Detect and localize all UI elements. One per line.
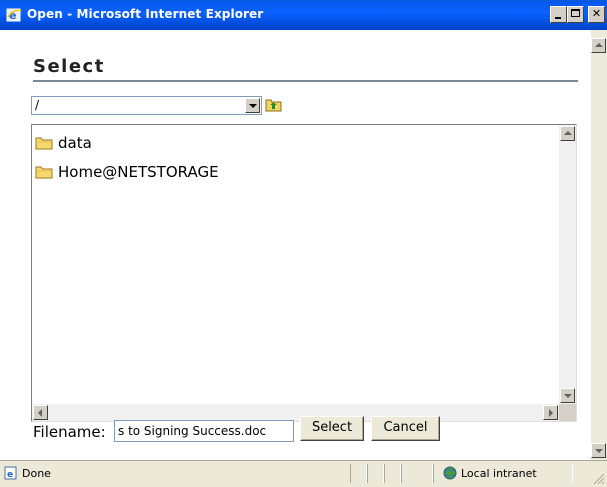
window-title: Open - Microsoft Internet Explorer (27, 7, 264, 21)
chevron-down-icon (249, 104, 257, 108)
status-bar: e Done Local intranet (0, 460, 607, 487)
status-pane (350, 464, 367, 483)
list-item[interactable]: data (35, 133, 92, 153)
select-button[interactable]: Select (300, 416, 364, 441)
arrow-down-icon (595, 449, 603, 453)
file-list: data Home@NETSTORAGE (31, 124, 577, 422)
filename-input[interactable]: s to Signing Success.doc (114, 420, 294, 442)
title-bar: e Open - Microsoft Internet Explorer ✕ (0, 0, 607, 30)
window-vertical-scrollbar[interactable] (591, 30, 607, 460)
list-horizontal-scrollbar[interactable] (32, 404, 559, 421)
close-icon: ✕ (591, 7, 602, 20)
arrow-right-icon (549, 409, 553, 417)
window-scroll-up-button[interactable] (591, 38, 606, 53)
status-text: Done (22, 467, 51, 480)
minimize-icon (555, 17, 561, 19)
maximize-icon (571, 9, 580, 17)
list-item-label: data (58, 134, 92, 152)
maximize-button[interactable] (567, 6, 584, 23)
page-done-icon: e (4, 466, 17, 480)
filename-label: Filename: (33, 423, 106, 441)
arrow-down-icon (564, 394, 572, 398)
heading-divider (33, 80, 578, 82)
cancel-button[interactable]: Cancel (371, 416, 440, 441)
path-dropdown-button[interactable] (245, 98, 260, 113)
window-scroll-down-button[interactable] (591, 443, 606, 458)
page-title: Select (33, 56, 105, 77)
arrow-left-icon (38, 409, 42, 417)
list-item-label: Home@NETSTORAGE (58, 163, 219, 181)
arrow-up-icon (564, 131, 572, 135)
internet-explorer-icon: e (6, 8, 22, 22)
list-item[interactable]: Home@NETSTORAGE (35, 162, 219, 182)
path-select[interactable]: / (31, 96, 262, 115)
local-intranet-icon (443, 466, 457, 480)
dialog-content: Select / data Home@NETSTORAGE Filename: … (0, 30, 591, 460)
status-pane (401, 464, 433, 483)
scroll-down-button[interactable] (560, 388, 575, 403)
status-pane (367, 464, 384, 483)
zone-text: Local intranet (461, 467, 537, 480)
close-button[interactable]: ✕ (588, 6, 605, 23)
path-value: / (35, 98, 40, 112)
resize-grip-icon[interactable] (593, 473, 605, 485)
scroll-left-button[interactable] (33, 405, 48, 420)
scroll-right-button[interactable] (543, 405, 558, 420)
scroll-up-button[interactable] (560, 126, 575, 141)
minimize-button[interactable] (550, 6, 567, 23)
list-vertical-scrollbar[interactable] (559, 125, 576, 404)
status-pane (384, 464, 401, 483)
arrow-up-icon (595, 43, 603, 47)
folder-icon (35, 137, 53, 150)
folder-up-icon[interactable] (265, 96, 283, 113)
scrollbar-corner (559, 404, 576, 421)
svg-text:e: e (7, 470, 13, 480)
folder-icon (35, 166, 53, 179)
